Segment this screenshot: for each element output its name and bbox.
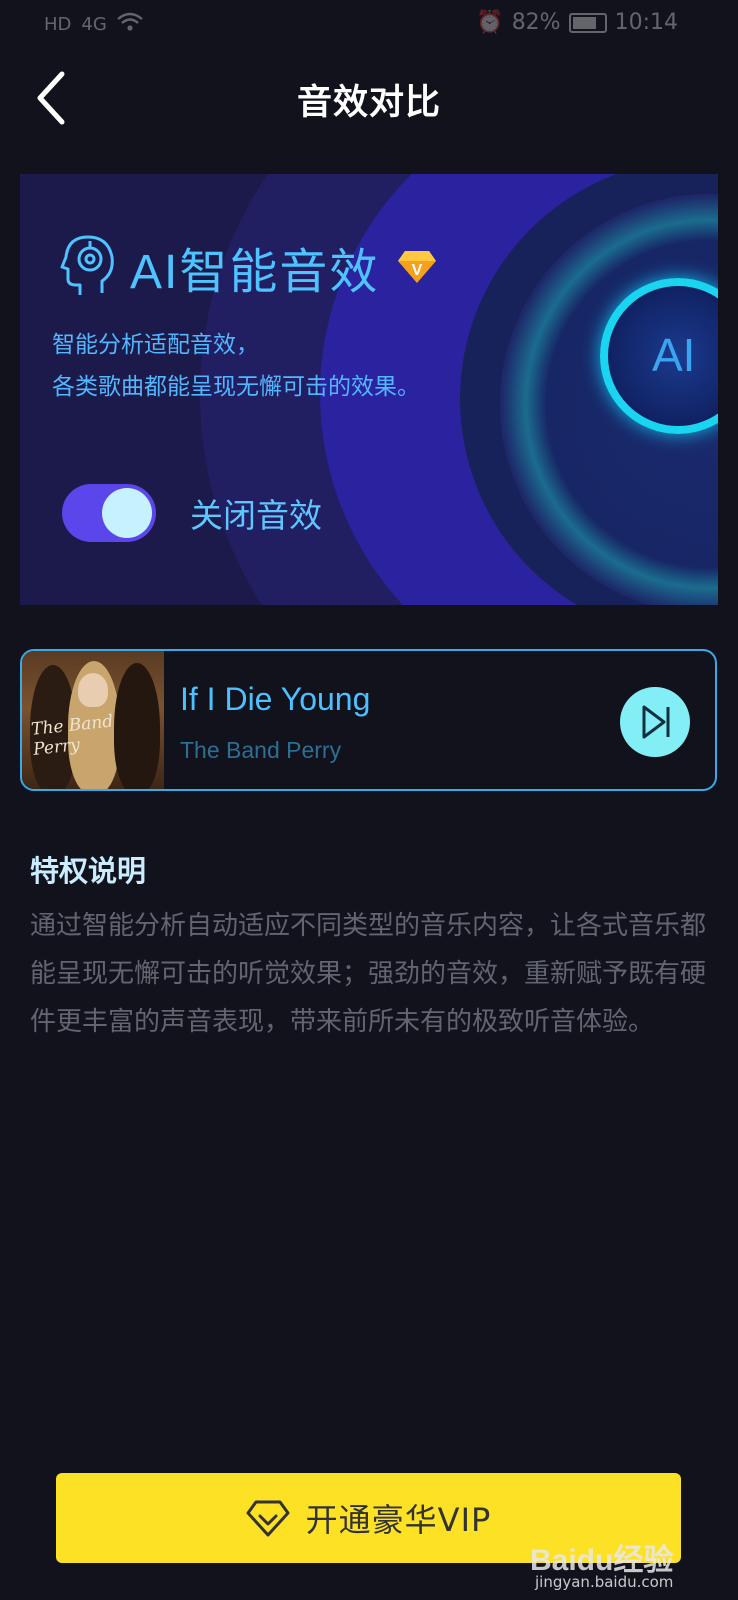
skip-next-icon [642, 705, 670, 739]
banner-desc-line: 智能分析适配音效， [52, 332, 259, 358]
privilege-description: 通过智能分析自动适应不同类型的音乐内容，让各式音乐都能呈现无懈可击的听觉效果；强… [30, 911, 707, 1037]
status-bar: HD 4G ⏰ 82% 10:14 [0, 0, 738, 52]
banner-title: AI智能音效 [130, 246, 380, 299]
song-artist: The Band Perry [180, 737, 342, 763]
song-title: If I Die Young [180, 681, 371, 717]
battery-fill [572, 16, 596, 29]
status-left-icons: HD 4G [44, 12, 143, 37]
watermark-url: jingyan.baidu.com [535, 1573, 674, 1591]
toggle-knob [102, 488, 152, 538]
nav-header: 音效对比 [0, 52, 738, 148]
sound-effect-toggle[interactable] [62, 484, 156, 542]
banner-desc-line: 各类歌曲都能呈现无懈可击的效果。 [52, 374, 420, 400]
hd-icon: HD [44, 14, 72, 35]
vip-badge-letter: V [412, 262, 423, 279]
ai-circle-text: AI [652, 329, 696, 381]
ai-sound-banner: AI AI智能音效 V 智能分析适配音效， 各类歌曲都能呈现无懈可击的效果。 关… [20, 174, 718, 605]
play-next-button[interactable] [620, 687, 690, 757]
cover-figure [78, 673, 108, 707]
battery-icon [568, 12, 607, 33]
alarm-icon: ⏰ [476, 10, 504, 35]
diamond-icon [246, 1500, 290, 1537]
banner-heading: AI智能音效 V [58, 232, 437, 302]
signal-icon: 4G [81, 14, 107, 35]
battery-percent: 82% [511, 10, 561, 35]
banner-description: 智能分析适配音效， 各类歌曲都能呈现无懈可击的效果。 [52, 324, 420, 408]
privilege-title: 特权说明 [30, 854, 147, 888]
clock: 10:14 [614, 10, 678, 35]
baidu-watermark: Baidu经验 jingyan.baidu.com [530, 1535, 710, 1595]
ai-head-icon [60, 235, 114, 295]
vip-diamond-badge-icon: V [398, 251, 437, 283]
page-title: 音效对比 [296, 83, 441, 123]
album-cover: The Band Perry [22, 651, 164, 789]
song-card[interactable]: The Band Perry If I Die Young The Band P… [20, 649, 717, 791]
status-right: ⏰ 82% 10:14 [476, 10, 678, 35]
vip-button-label: 开通豪华VIP [305, 1501, 492, 1539]
sound-effect-toggle-row: 关闭音效 [62, 484, 322, 542]
toggle-label: 关闭音效 [190, 496, 322, 535]
wifi-icon [117, 12, 143, 37]
